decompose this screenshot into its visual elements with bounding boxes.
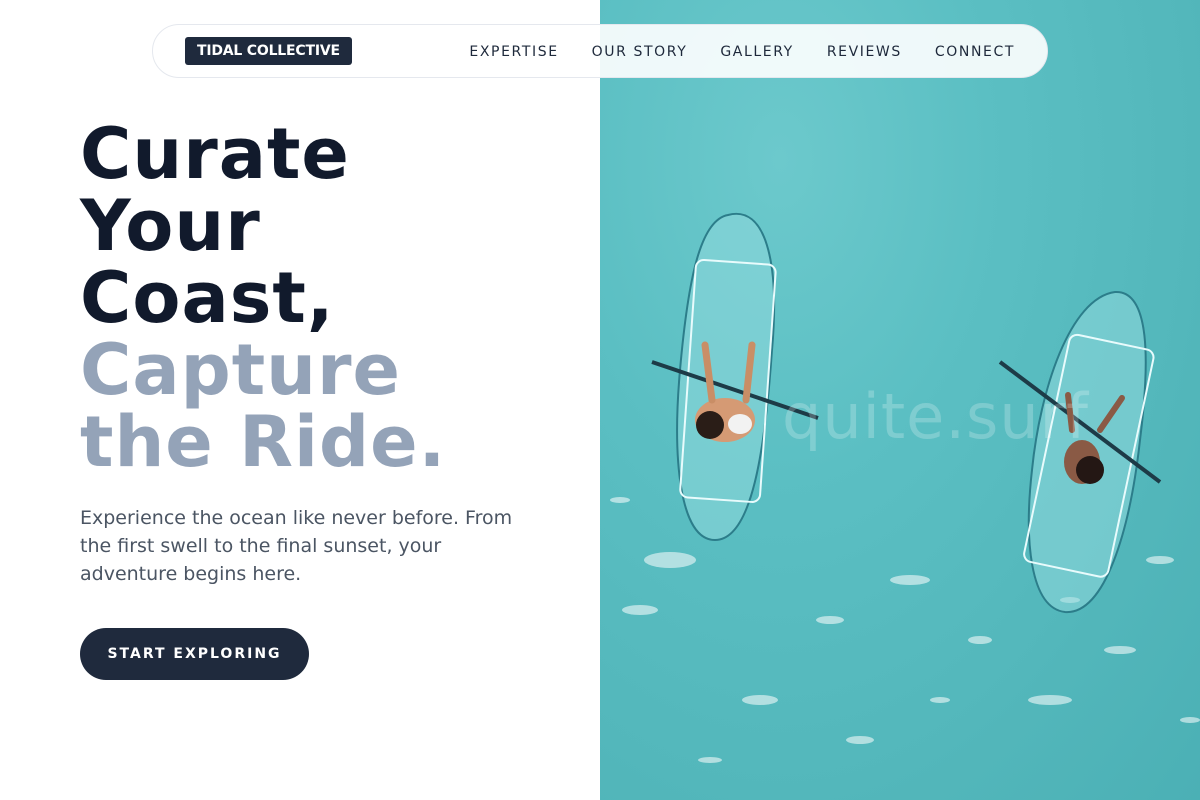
headline-line: Curate bbox=[80, 113, 350, 195]
nav-item-our-story[interactable]: OUR STORY bbox=[592, 44, 688, 60]
hero-headline: Curate Your Coast, Capture the Ride. bbox=[80, 118, 446, 478]
start-exploring-button[interactable]: START EXPLORING bbox=[80, 628, 309, 680]
image-watermark: quite.surf bbox=[782, 380, 1089, 453]
nav-item-gallery[interactable]: GALLERY bbox=[720, 44, 793, 60]
hero-left-panel: Curate Your Coast, Capture the Ride. Exp… bbox=[0, 0, 600, 800]
nav-item-connect[interactable]: CONNECT bbox=[935, 44, 1015, 60]
site-logo[interactable]: TIDAL COLLECTIVE bbox=[185, 37, 352, 65]
hero-intro-text: Experience the ocean like never before. … bbox=[80, 507, 513, 585]
headline-line: Your bbox=[80, 185, 261, 267]
headline-line-muted: Capture bbox=[80, 329, 402, 411]
nav-item-reviews[interactable]: REVIEWS bbox=[827, 44, 902, 60]
headline-line: Coast, bbox=[80, 257, 335, 339]
kayak-left bbox=[651, 212, 819, 542]
nav-links: EXPERTISE OUR STORY GALLERY REVIEWS CONN… bbox=[469, 25, 1015, 79]
hero-image: quite.surf bbox=[600, 0, 1200, 800]
top-navbar: TIDAL COLLECTIVE EXPERTISE OUR STORY GAL… bbox=[152, 24, 1048, 78]
nav-item-expertise[interactable]: EXPERTISE bbox=[469, 44, 558, 60]
headline-line-muted: the Ride. bbox=[80, 401, 447, 483]
